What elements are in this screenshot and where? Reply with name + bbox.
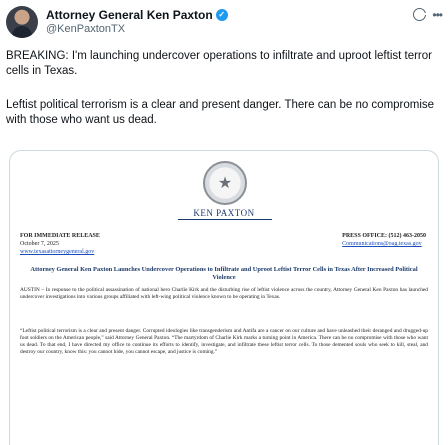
press-office: PRESS OFFICE: (512) 463-2050: [342, 233, 426, 239]
verified-badge-icon: ✓: [215, 9, 228, 21]
attached-press-release-image[interactable]: KEN PAXTON FOR IMMEDIATE RELEASE October…: [9, 150, 439, 445]
author-avatar[interactable]: [6, 6, 38, 38]
more-icon[interactable]: •••: [432, 9, 443, 21]
seal-name: KEN PAXTON: [193, 208, 255, 218]
release-paragraph-1: AUSTIN – In response to the political as…: [20, 287, 428, 300]
tweet-text-paragraph-1: BREAKING: I'm launching undercover opera…: [6, 50, 432, 77]
tweet-header: Attorney General Ken Paxton ✓ @KenPaxton…: [6, 6, 443, 40]
tweet-actions: •••: [413, 8, 443, 21]
press-email: Communications@oag.texas.gov: [342, 241, 422, 247]
author-handle[interactable]: @KenPaxtonTX: [46, 23, 125, 35]
release-label: FOR IMMEDIATE RELEASE: [20, 233, 100, 239]
author-name[interactable]: Attorney General Ken Paxton: [46, 8, 213, 22]
author-name-line[interactable]: Attorney General Ken Paxton ✓: [46, 8, 228, 22]
state-seal-icon: [203, 161, 247, 205]
release-meta-left: FOR IMMEDIATE RELEASE October 7, 2025 ww…: [20, 232, 100, 256]
grok-icon[interactable]: [413, 8, 429, 21]
release-site: www.texasattorneygeneral.gov: [20, 249, 95, 255]
release-paragraph-2: “Leftist political terrorism is a clear …: [20, 328, 428, 355]
tweet-text-paragraph-2: Leftist political terrorism is a clear a…: [6, 99, 435, 126]
release-headline: Attorney General Ken Paxton Launches Und…: [30, 266, 418, 281]
seal-divider: [178, 219, 272, 220]
release-date: October 7, 2025: [20, 241, 59, 247]
release-meta-right: PRESS OFFICE: (512) 463-2050 Communicati…: [342, 232, 426, 248]
